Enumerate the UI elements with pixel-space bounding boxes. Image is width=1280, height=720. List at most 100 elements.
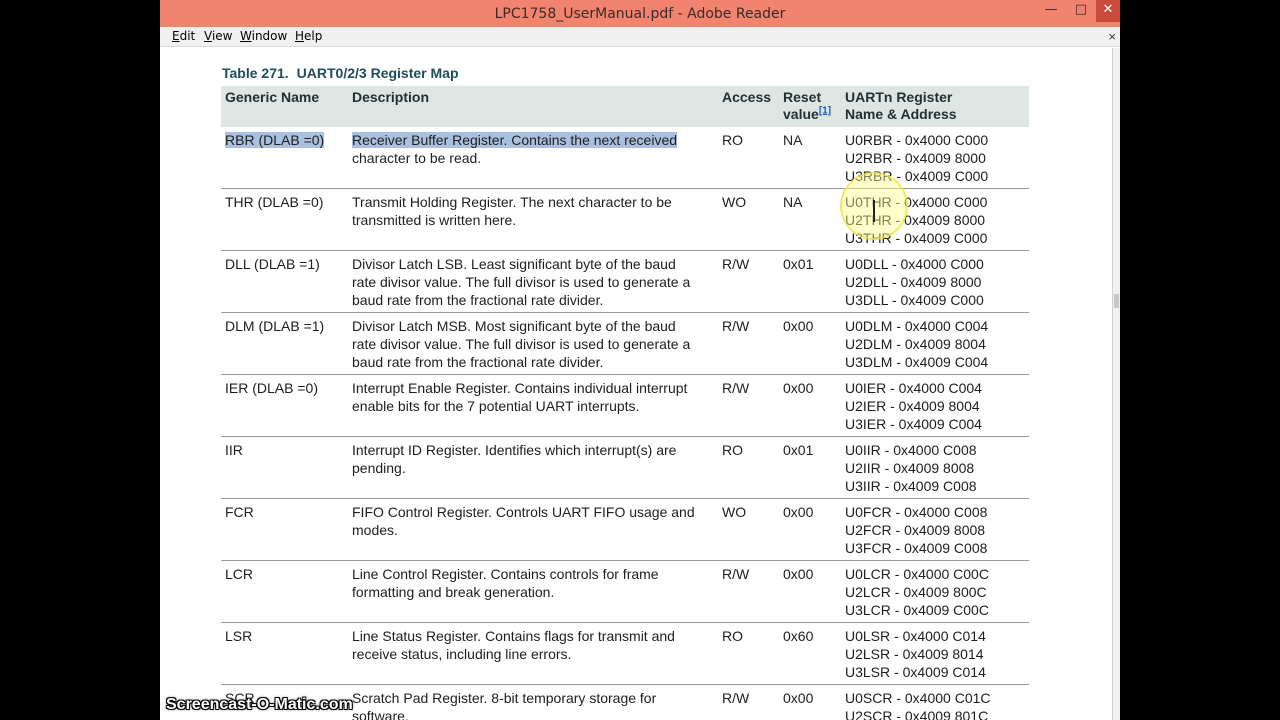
address-line[interactable]: U2LCR - 0x4009 800C [845,583,1025,601]
description-continuation[interactable]: transmitted is written here. [352,212,516,228]
register-name[interactable]: DLL (DLAB =1) [225,256,320,272]
document-view[interactable]: Table 271. UART0/2/3 Register Map Generic… [160,48,1112,720]
address-line[interactable]: U0LSR - 0x4000 C014 [845,627,1025,645]
cell-reset-value[interactable]: 0x00 [779,560,841,623]
cell-register-address: U0FCR - 0x4000 C008 U2FCR - 0x4009 8008 U3… [841,498,1029,561]
header-addr-line1: UARTn Register [845,89,953,105]
cell-reset-value[interactable]: NA [779,127,841,189]
register-name[interactable]: RBR (DLAB =0) [225,132,325,148]
cell-reset-value[interactable]: 0x00 [779,374,841,437]
cell-access[interactable]: R/W [718,560,779,623]
description-line[interactable]: Interrupt ID Register. Identifies which … [352,442,676,458]
address-line[interactable]: U2IIR - 0x4009 8008 [845,459,1025,477]
address-line[interactable]: U3IER - 0x4009 C004 [845,415,1025,433]
cell-access[interactable]: R/W [718,250,779,313]
address-line[interactable]: U2IER - 0x4009 8004 [845,397,1025,415]
menu-help[interactable]: Help [295,29,322,43]
description-line[interactable]: Line Status Register. Contains flags for… [352,628,675,644]
cell-reset-value[interactable]: NA [779,188,841,251]
description-continuation[interactable]: character to be read. [352,150,481,166]
description-line[interactable]: Scratch Pad Register. 8-bit temporary st… [352,690,656,706]
address-line[interactable]: U3DLL - 0x4009 C000 [845,291,1025,309]
close-document-icon[interactable]: × [1108,29,1116,44]
address-line[interactable]: U0DLL - 0x4000 C000 [845,255,1025,273]
description-continuation[interactable]: software. [352,708,409,720]
footnote-link[interactable]: [1] [819,105,831,116]
description-line[interactable]: FIFO Control Register. Controls UART FIF… [352,504,695,520]
description-continuation[interactable]: pending. [352,460,406,476]
maximize-button[interactable]: □ [1066,0,1096,22]
address-line[interactable]: U0RBR - 0x4000 C000 [845,131,1025,149]
cell-access[interactable]: RO [718,436,779,499]
address-line[interactable]: U2DLL - 0x4009 8000 [845,273,1025,291]
table-row: FCR FIFO Control Register. Controls UART … [221,498,1029,561]
description-continuation[interactable]: enable bits for the 7 potential UART int… [352,398,639,414]
cell-reset-value[interactable]: 0x01 [779,436,841,499]
address-line[interactable]: U2SCR - 0x4009 801C [845,707,1025,720]
vertical-scrollbar[interactable] [1112,48,1120,720]
cell-reset-value[interactable]: 0x00 [779,312,841,375]
minimize-button[interactable]: — [1036,0,1066,22]
address-line[interactable]: U2DLM - 0x4009 8004 [845,335,1025,353]
menu-view[interactable]: View [204,29,232,43]
register-name[interactable]: THR (DLAB =0) [225,194,323,210]
cell-generic-name: RBR (DLAB =0) [221,127,348,189]
menu-window[interactable]: Window [240,29,287,43]
cell-reset-value[interactable]: 0x60 [779,622,841,685]
cell-register-address: U0IIR - 0x4000 C008 U2IIR - 0x4009 8008 U3… [841,436,1029,499]
address-line[interactable]: U3IIR - 0x4009 C008 [845,477,1025,495]
cell-reset-value[interactable]: 0x00 [779,498,841,561]
cell-reset-value[interactable]: 0x01 [779,250,841,313]
cell-generic-name: FCR [221,498,348,561]
address-line[interactable]: U0DLM - 0x4000 C004 [845,317,1025,335]
description-line[interactable]: Divisor Latch MSB. Most significant byte… [352,318,676,334]
scrollbar-thumb[interactable] [1114,294,1119,308]
register-name[interactable]: LSR [225,628,252,644]
register-name[interactable]: IIR [225,442,243,458]
cell-generic-name: THR (DLAB =0) [221,188,348,251]
cell-access[interactable]: RO [718,127,779,189]
address-line[interactable]: U2RBR - 0x4009 8000 [845,149,1025,167]
register-name[interactable]: IER (DLAB =0) [225,380,318,396]
description-continuation[interactable]: formatting and break generation. [352,584,554,600]
address-line[interactable]: U0SCR - 0x4000 C01C [845,689,1025,707]
description-line[interactable]: Interrupt Enable Register. Contains indi… [352,380,687,396]
cell-access[interactable]: R/W [718,684,779,720]
address-line[interactable]: U2FCR - 0x4009 8008 [845,521,1025,539]
address-line[interactable]: U3LCR - 0x4009 C00C [845,601,1025,619]
header-addr-line2: Name & Address [845,106,957,122]
description-line[interactable]: Transmit Holding Register. The next char… [352,194,672,210]
address-line[interactable]: U0LCR - 0x4000 C00C [845,565,1025,583]
address-line[interactable]: U3LSR - 0x4009 C014 [845,663,1025,681]
address-line[interactable]: U0IER - 0x4000 C004 [845,379,1025,397]
address-line[interactable]: U0IIR - 0x4000 C008 [845,441,1025,459]
cell-description: Line Status Register. Contains flags for… [348,622,718,685]
description-continuation[interactable]: receive status, including line errors. [352,646,571,662]
register-name[interactable]: DLM (DLAB =1) [225,318,324,334]
cell-reset-value[interactable]: 0x00 [779,684,841,720]
cell-access[interactable]: WO [718,188,779,251]
menu-edit[interactable]: Edit [172,29,195,43]
register-name[interactable]: LCR [225,566,253,582]
description-continuation[interactable]: rate divisor value. The full divisor is … [352,274,690,308]
reader-window: LPC1758_UserManual.pdf - Adobe Reader — … [160,0,1120,720]
register-name[interactable]: FCR [225,504,254,520]
description-line[interactable]: Line Control Register. Contains controls… [352,566,659,582]
title-bar[interactable]: LPC1758_UserManual.pdf - Adobe Reader — … [160,0,1120,27]
cell-access[interactable]: RO [718,622,779,685]
description-continuation[interactable]: modes. [352,522,398,538]
address-line[interactable]: U3FCR - 0x4009 C008 [845,539,1025,557]
description-line[interactable]: Receiver Buffer Register. Contains the n… [352,132,678,148]
address-line[interactable]: U2LSR - 0x4009 8014 [845,645,1025,663]
close-button[interactable]: ✕ [1096,0,1120,22]
description-line[interactable]: Divisor Latch LSB. Least significant byt… [352,256,676,272]
cell-access[interactable]: R/W [718,374,779,437]
address-line[interactable]: U3DLM - 0x4009 C004 [845,353,1025,371]
cell-access[interactable]: R/W [718,312,779,375]
table-row: DLL (DLAB =1) Divisor Latch LSB. Least si… [221,250,1029,313]
cell-description: Interrupt Enable Register. Contains indi… [348,374,718,437]
cell-access[interactable]: WO [718,498,779,561]
description-continuation[interactable]: rate divisor value. The full divisor is … [352,336,690,370]
text-cursor-icon [873,200,875,222]
address-line[interactable]: U0FCR - 0x4000 C008 [845,503,1025,521]
